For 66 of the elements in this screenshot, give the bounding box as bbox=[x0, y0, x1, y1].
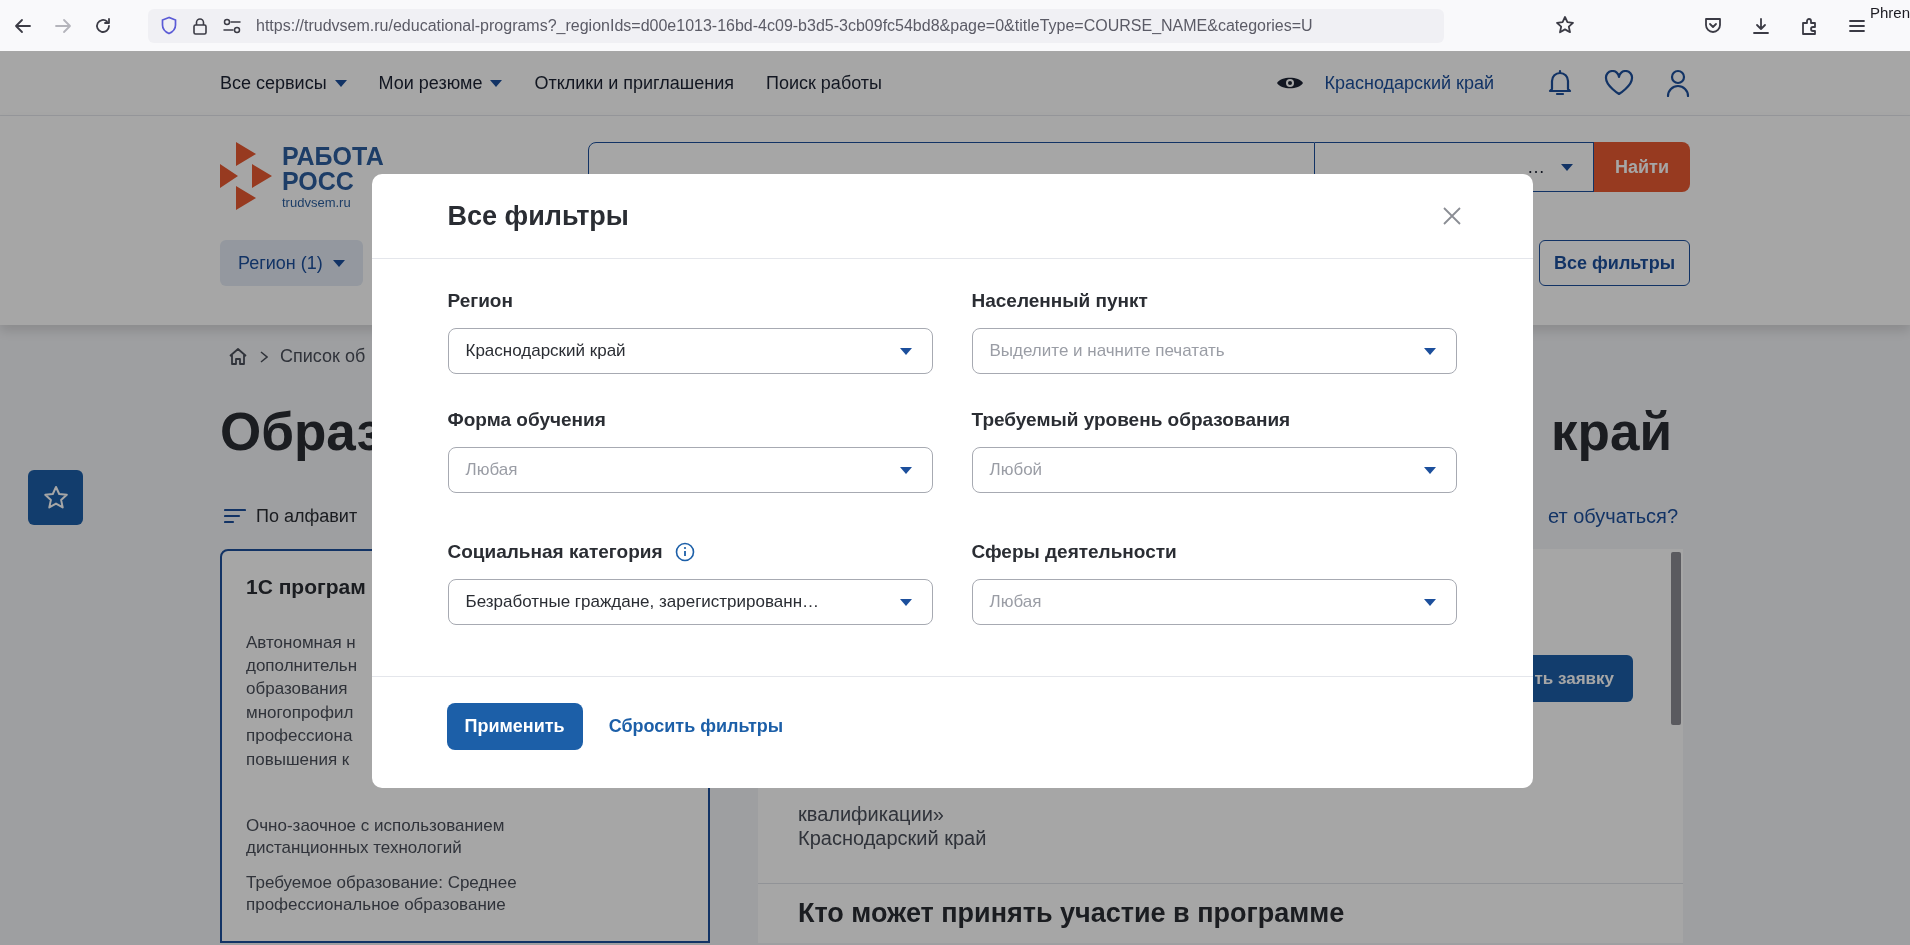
field-label: Сферы деятельности bbox=[971, 539, 1177, 564]
sort-button[interactable]: По алфавит bbox=[224, 502, 358, 530]
download-icon[interactable] bbox=[1752, 16, 1770, 35]
field-label: Регион bbox=[447, 288, 513, 313]
field-label: Населенный пункт bbox=[971, 288, 1148, 313]
bell-icon[interactable] bbox=[1548, 69, 1572, 97]
nav-link[interactable]: Все сервисы bbox=[220, 69, 347, 97]
star-icon bbox=[42, 485, 69, 510]
favorite-button[interactable] bbox=[28, 470, 83, 525]
logo-text: РАБОТА bbox=[282, 143, 384, 169]
card-title: 1С програм bbox=[246, 574, 366, 600]
card-text: профессиона bbox=[246, 725, 353, 748]
caret-icon bbox=[1423, 466, 1436, 474]
scrollbar[interactable] bbox=[1671, 552, 1681, 725]
pocket-icon[interactable] bbox=[1704, 17, 1722, 34]
card-text: повышения к bbox=[246, 748, 350, 771]
puzzle-icon[interactable] bbox=[1800, 16, 1818, 35]
permissions-icon[interactable] bbox=[222, 17, 242, 34]
card-text: Требуемое образование: Среднее профессиональное образование bbox=[246, 871, 517, 916]
caret-icon bbox=[1423, 598, 1436, 606]
breadcrumb-link[interactable]: Список об bbox=[280, 343, 366, 370]
bookmark-star-icon[interactable] bbox=[1555, 15, 1575, 35]
shield-icon[interactable] bbox=[160, 16, 178, 35]
close-icon[interactable] bbox=[1442, 207, 1461, 225]
nav-link[interactable]: Отклики и приглашения bbox=[534, 69, 734, 97]
select-field[interactable]: Краснодарский край bbox=[447, 328, 933, 374]
card-text: образования bbox=[246, 678, 348, 701]
url-text: https://trudvsem.ru/educational-programs?_regionIds=d00e1013-16bd-4c09-b3d5-3cb09fc54bd8&page=0&titleType=COURSE_NAME&categories=U bbox=[256, 15, 1313, 36]
card-text: Очно-заочное с использованием дистанционных технологий bbox=[246, 814, 505, 859]
dialog-title: Все фильтры bbox=[447, 199, 629, 233]
caret-icon bbox=[1561, 163, 1573, 171]
address-bar[interactable]: https://trudvsem.ru/educational-programs?_regionIds=d00e1013-16bd-4c09-b3d5-3cb09fc54bd8&page=0&titleType=COURSE_NAME&categories=U bbox=[148, 8, 1444, 43]
lock-icon bbox=[192, 16, 208, 35]
filter-chip[interactable]: Регион (1) bbox=[220, 240, 363, 286]
reload-icon[interactable] bbox=[94, 16, 112, 35]
user-icon[interactable] bbox=[1666, 69, 1690, 97]
card-text: Краснодарский край bbox=[798, 826, 987, 850]
caret-icon bbox=[332, 259, 345, 267]
info-icon[interactable] bbox=[674, 542, 695, 562]
heart-icon[interactable] bbox=[1604, 70, 1634, 96]
question-link[interactable]: ет обучаться? bbox=[1548, 501, 1678, 531]
chevron-right-icon bbox=[260, 350, 268, 363]
nav-link[interactable]: Мои резюме bbox=[378, 69, 503, 97]
field-label: Форма обучения bbox=[447, 407, 606, 432]
home-icon[interactable] bbox=[228, 347, 248, 366]
nav-link[interactable]: Поиск работы bbox=[766, 69, 882, 97]
card-text: многопрофил bbox=[246, 701, 354, 724]
sort-lines-icon bbox=[224, 508, 246, 524]
logo-text: РОСС bbox=[282, 168, 355, 194]
logo-mark-icon bbox=[220, 142, 272, 210]
caret-icon bbox=[899, 347, 912, 355]
select-field[interactable]: Безработные граждане, зарегистрированн… bbox=[447, 579, 933, 625]
menu-icon[interactable] bbox=[1848, 17, 1866, 34]
apply-button[interactable]: Применить bbox=[446, 703, 583, 750]
caret-icon bbox=[899, 466, 912, 474]
caret-icon bbox=[899, 598, 912, 606]
region-link[interactable]: Краснодарский край bbox=[1324, 69, 1494, 97]
back-arrow-icon[interactable] bbox=[14, 16, 32, 35]
all-filters-button[interactable]: Все фильтры bbox=[1539, 240, 1690, 286]
card-text: дополнительн bbox=[246, 654, 358, 677]
card-text: Автономная н bbox=[246, 631, 356, 654]
logo-domain: trudvsem.ru bbox=[282, 195, 352, 209]
caret-icon bbox=[1423, 347, 1436, 355]
field-label: Требуемый уровень образования bbox=[971, 407, 1291, 432]
card-text: квалификации» bbox=[798, 802, 944, 826]
section-title: Кто может принять участие в программе bbox=[798, 897, 1346, 930]
